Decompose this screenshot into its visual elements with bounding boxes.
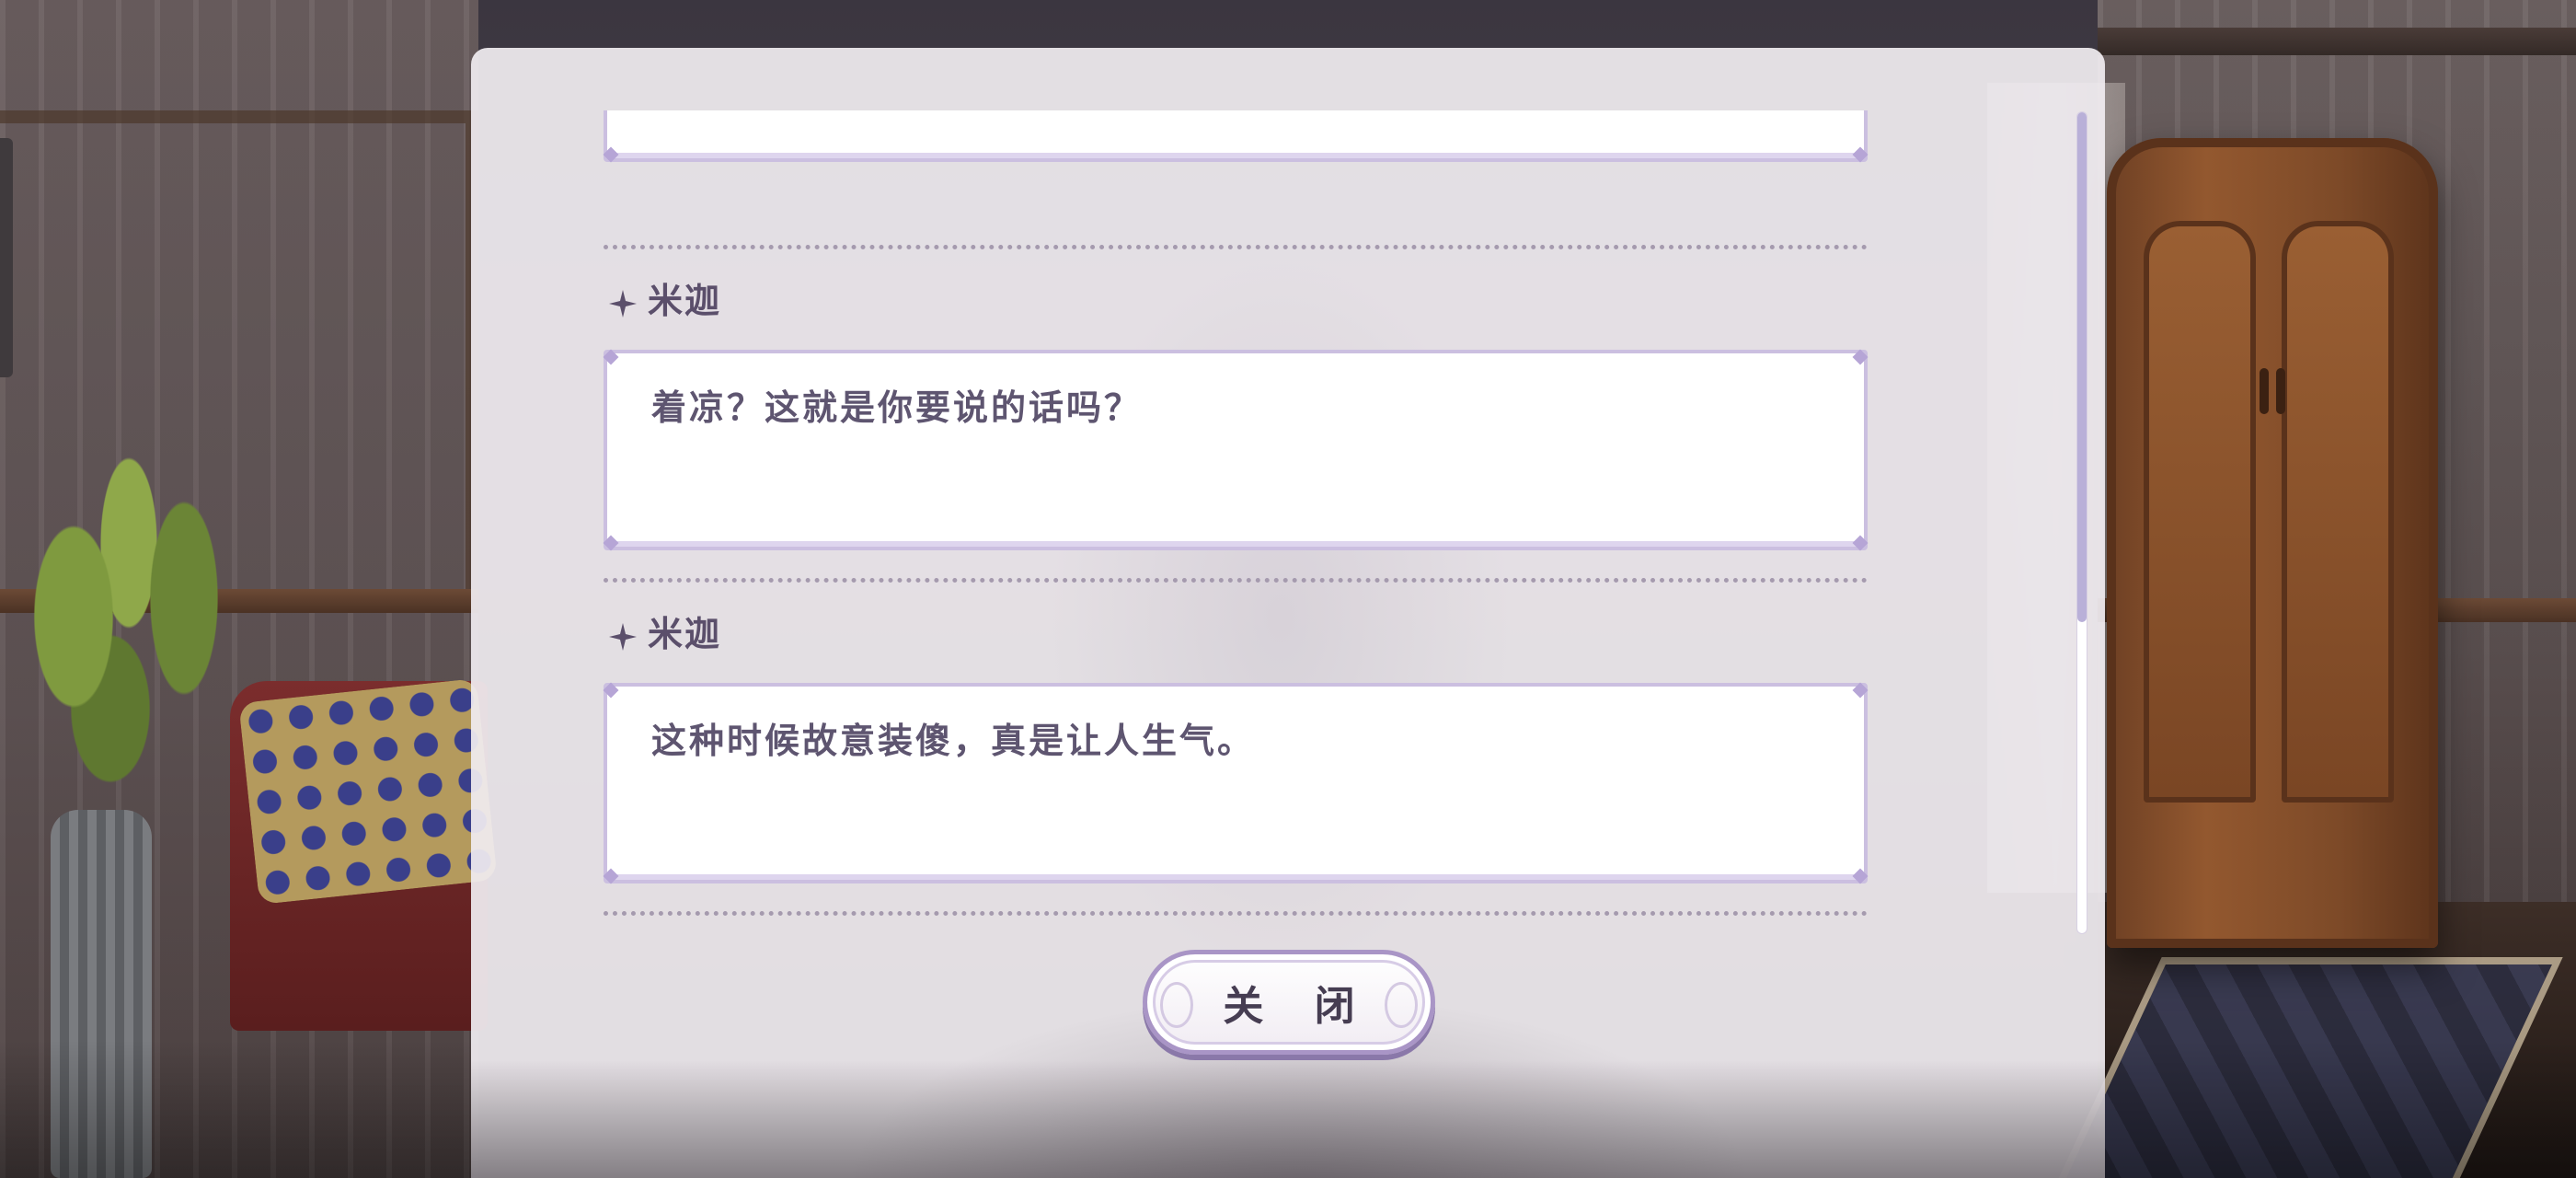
side-tab: [0, 138, 13, 377]
dialogue-text-box: 这种时候故意装傻，真是让人生气。: [603, 682, 1869, 884]
speaker-name: 米迦: [648, 280, 722, 321]
entry-divider: [604, 911, 1868, 916]
wardrobe-door-left: [2144, 221, 2256, 803]
box-corner-ornament: [603, 146, 619, 163]
log-scrollbar[interactable]: [2077, 112, 2087, 933]
close-button[interactable]: 关 闭: [1143, 950, 1435, 1055]
button-ornament-right: [1385, 982, 1418, 1028]
speaker-row: 米迦: [609, 274, 722, 321]
box-corner-ornament: [1852, 349, 1869, 365]
panel-bottom-fade: [471, 1060, 2105, 1178]
box-corner-ornament: [603, 349, 619, 365]
box-corner-ornament: [1852, 535, 1869, 551]
wardrobe-handle: [2276, 368, 2285, 414]
box-corner-ornament: [1852, 868, 1869, 884]
dialogue-log-list[interactable]: 米迦 着凉？这就是你要说的话吗？ 米迦 这种时候故意装傻，真是让人生气。: [471, 110, 2105, 939]
game-scene: 米迦 着凉？这就是你要说的话吗？ 米迦 这种时候故意装傻，真是让人生气。 关 闭: [0, 0, 2576, 1178]
close-button-label: 关 闭: [1223, 983, 1374, 1030]
dialogue-text-box: 着凉？这就是你要说的话吗？: [603, 349, 1869, 551]
wardrobe-door-right: [2282, 221, 2394, 803]
sparkle-icon: [609, 623, 637, 651]
dialogue-text: 着凉？这就是你要说的话吗？: [651, 387, 1143, 428]
speaker-name: 米迦: [648, 613, 722, 654]
dialogue-text: 这种时候故意装傻，真是让人生气。: [651, 721, 1256, 761]
sparkle-icon: [609, 290, 637, 318]
box-corner-ornament: [603, 535, 619, 551]
background-plant-leaves: [0, 433, 276, 819]
box-corner-ornament: [603, 682, 619, 699]
box-corner-ornament: [1852, 682, 1869, 699]
background-wardrobe: [2107, 138, 2438, 948]
box-corner-ornament: [1852, 146, 1869, 163]
dialogue-log-panel: 米迦 着凉？这就是你要说的话吗？ 米迦 这种时候故意装傻，真是让人生气。 关 闭: [471, 48, 2105, 1178]
background-cushion: [238, 678, 498, 905]
dialogue-text-box: [603, 110, 1869, 163]
log-scrollbar-thumb[interactable]: [2077, 112, 2087, 622]
button-ornament-left: [1160, 982, 1193, 1028]
wardrobe-handle: [2260, 368, 2269, 414]
entry-divider: [604, 578, 1868, 583]
entry-divider: [604, 245, 1868, 249]
speaker-row: 米迦: [609, 607, 722, 654]
background-ceiling-trim: [2098, 28, 2576, 55]
box-corner-ornament: [603, 868, 619, 884]
